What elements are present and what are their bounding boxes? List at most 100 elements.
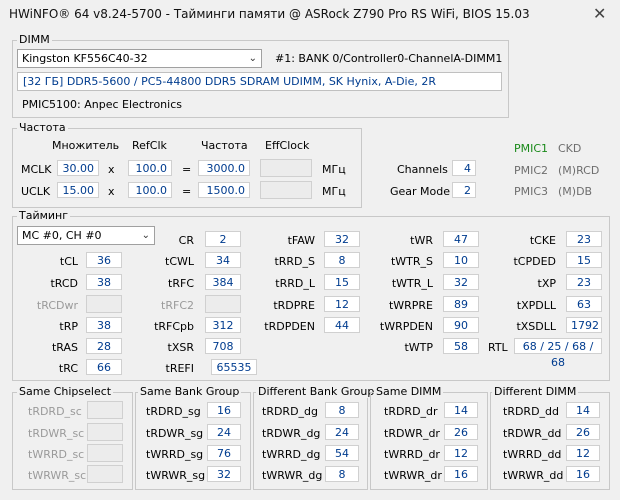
tRDWR_dg-label: tRDWR_dg — [262, 427, 321, 440]
tRDWR_dr-label: tRDWR_dr — [384, 427, 440, 440]
tRDRD_sc-label: tRDRD_sc — [28, 405, 82, 418]
tWTR_L-label: tWTR_L — [391, 277, 433, 290]
tWRWR_sc-value — [87, 465, 123, 483]
tWRRD_sc-label: tWRRD_sc — [28, 448, 85, 461]
uclk-refclk: 100.0 — [128, 182, 172, 198]
mclk-refclk: 100.0 — [128, 160, 172, 176]
tRDRD_dr-label: tRDRD_dr — [384, 405, 438, 418]
tRAS-value: 28 — [86, 338, 122, 354]
tWRRD_sg-label: tWRRD_sg — [146, 448, 204, 461]
uclk-effclock — [260, 181, 312, 199]
dimm-pmic: PMIC5100: Anpec Electronics — [22, 98, 182, 111]
tWRPDEN-label: tWRPDEN — [379, 320, 433, 333]
tWRWR_dd-value: 16 — [566, 466, 600, 482]
tRRD_L-label: tRRD_L — [275, 277, 315, 290]
tCWL-label: tCWL — [165, 255, 194, 268]
dimm-module-select-value: Kingston KF556C40-32 — [22, 52, 148, 65]
tRDRD_dr-value: 14 — [444, 402, 478, 418]
tRDPDEN-label: tRDPDEN — [264, 320, 315, 333]
tWTP-label: tWTP — [404, 341, 433, 354]
tCL-label: tCL — [59, 255, 78, 268]
tRRD_S-label: tRRD_S — [274, 255, 315, 268]
close-icon[interactable]: ✕ — [593, 4, 606, 23]
tFAW-value: 32 — [324, 231, 360, 247]
tCL-value: 36 — [86, 252, 122, 268]
tWRWR_dd-label: tWRWR_dd — [503, 469, 564, 482]
tWRWR_sg-label: tWRWR_sg — [146, 469, 206, 482]
tRDWR_sc-label: tRDWR_sc — [28, 427, 85, 440]
mclk-label: MCLK — [21, 163, 52, 176]
tREFI-label: tREFI — [165, 362, 194, 375]
uclk-eq: = — [182, 185, 192, 198]
tWRWR_dr-value: 16 — [444, 466, 478, 482]
tRP-label: tRP — [59, 320, 78, 333]
freq-header-freq: Частота — [201, 139, 248, 152]
pmic3-value: (M)DB — [558, 185, 593, 198]
tXPDLL-label: tXPDLL — [516, 299, 556, 312]
tRCD-label: tRCD — [50, 277, 78, 290]
tRFC-label: tRFC — [168, 277, 194, 290]
tRDRD_dg-label: tRDRD_dg — [262, 405, 319, 418]
timing-group-label: Тайминг — [17, 209, 71, 222]
mclk-eq: = — [182, 163, 192, 176]
pmic1-label: PMIC1 — [514, 142, 549, 155]
tRCDwr-value — [86, 295, 122, 313]
dimm-group-label: DIMM — [17, 33, 52, 46]
tRRD_S-value: 8 — [324, 252, 360, 268]
tWRRD_sg-value: 76 — [207, 445, 241, 461]
mclk-unit: МГц — [322, 163, 346, 176]
tXSDLL-label: tXSDLL — [516, 320, 556, 333]
tRDPRE-value: 12 — [324, 296, 360, 312]
tWRRD_sc-value — [87, 444, 123, 462]
tWTR_L-value: 32 — [443, 274, 479, 290]
tCPDED-label: tCPDED — [513, 255, 556, 268]
tRDRD_sg-value: 16 — [207, 402, 241, 418]
rtl-label: RTL — [488, 341, 508, 354]
dimm-description: [32 ГБ] DDR5-5600 / PC5-44800 DDR5 SDRAM… — [17, 72, 502, 91]
chevron-down-icon: ⌄ — [248, 53, 257, 64]
tCKE-value: 23 — [566, 231, 602, 247]
tWTP-value: 58 — [443, 338, 479, 354]
tRCD-value: 38 — [86, 274, 122, 290]
CR-value: 2 — [205, 231, 241, 247]
dimm-module-select[interactable]: Kingston KF556C40-32 ⌄ — [17, 49, 262, 68]
tRC-value: 66 — [86, 359, 122, 375]
tWR-value: 47 — [443, 231, 479, 247]
tWRPRE-value: 89 — [443, 296, 479, 312]
tXSDLL-value: 1792 — [566, 317, 602, 333]
tRRD_L-value: 15 — [324, 274, 360, 290]
tXP-label: tXP — [537, 277, 556, 290]
tWRRD_dg-label: tWRRD_dg — [262, 448, 321, 461]
tRAS-label: tRAS — [51, 341, 78, 354]
channel-select[interactable]: MC #0, CH #0 ⌄ — [17, 226, 155, 245]
tXP-value: 23 — [566, 274, 602, 290]
tCWL-value: 34 — [205, 252, 241, 268]
tWRWR_sg-value: 32 — [207, 466, 241, 482]
tRP-value: 38 — [86, 317, 122, 333]
window-title: HWiNFO® 64 v8.24-5700 - Тайминги памяти … — [9, 7, 530, 21]
tRDWR_dd-value: 26 — [566, 424, 600, 440]
tWRRD_dr-label: tWRRD_dr — [384, 448, 440, 461]
tWTR_S-label: tWTR_S — [390, 255, 433, 268]
tRC-label: tRC — [58, 362, 78, 375]
tRDRD_sc-value — [87, 401, 123, 419]
pmic2-value: (M)RCD — [558, 164, 600, 177]
tWRRD_dg-value: 54 — [325, 445, 359, 461]
uclk-freq: 1500.0 — [198, 182, 250, 198]
uclk-unit: МГц — [322, 185, 346, 198]
tRDRD_dd-value: 14 — [566, 402, 600, 418]
tREFI-value: 65535 — [211, 359, 257, 375]
tWRPDEN-value: 90 — [443, 317, 479, 333]
tCKE-label: tCKE — [529, 234, 556, 247]
tRFCpb-value: 312 — [205, 317, 241, 333]
pmic3-label: PMIC3 — [514, 185, 549, 198]
same-dimm-label: Same DIMM — [374, 385, 444, 398]
tRDWR_dr-value: 26 — [444, 424, 478, 440]
CR-label: CR — [178, 234, 194, 247]
tWRRD_dd-value: 12 — [566, 445, 600, 461]
rtl-value: 68 / 25 / 68 / 68 — [514, 338, 602, 369]
gear-mode-label: Gear Mode — [390, 185, 451, 198]
uclk-mult: 15.00 — [57, 182, 99, 198]
tXSR-label: tXSR — [167, 341, 194, 354]
gear-mode-value: 2 — [452, 182, 476, 198]
